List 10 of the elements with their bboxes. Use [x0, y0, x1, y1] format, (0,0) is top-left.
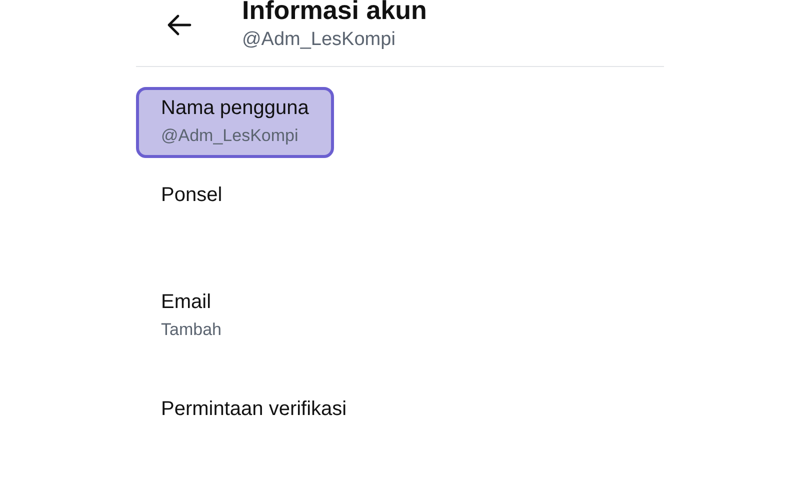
page-title: Informasi akun	[242, 0, 427, 26]
setting-value: Tambah	[161, 319, 222, 341]
setting-label[interactable]: Permintaan verifikasi	[161, 394, 347, 424]
setting-label[interactable]: Nama pengguna	[161, 93, 309, 123]
setting-label[interactable]: Email	[161, 287, 222, 317]
setting-label[interactable]: Ponsel	[161, 180, 222, 210]
back-arrow-icon[interactable]	[166, 14, 192, 36]
account-handle: @Adm_LesKompi	[242, 28, 396, 52]
highlight-box[interactable]: Nama pengguna @Adm_LesKompi	[136, 87, 334, 158]
setting-value: @Adm_LesKompi	[161, 125, 300, 147]
